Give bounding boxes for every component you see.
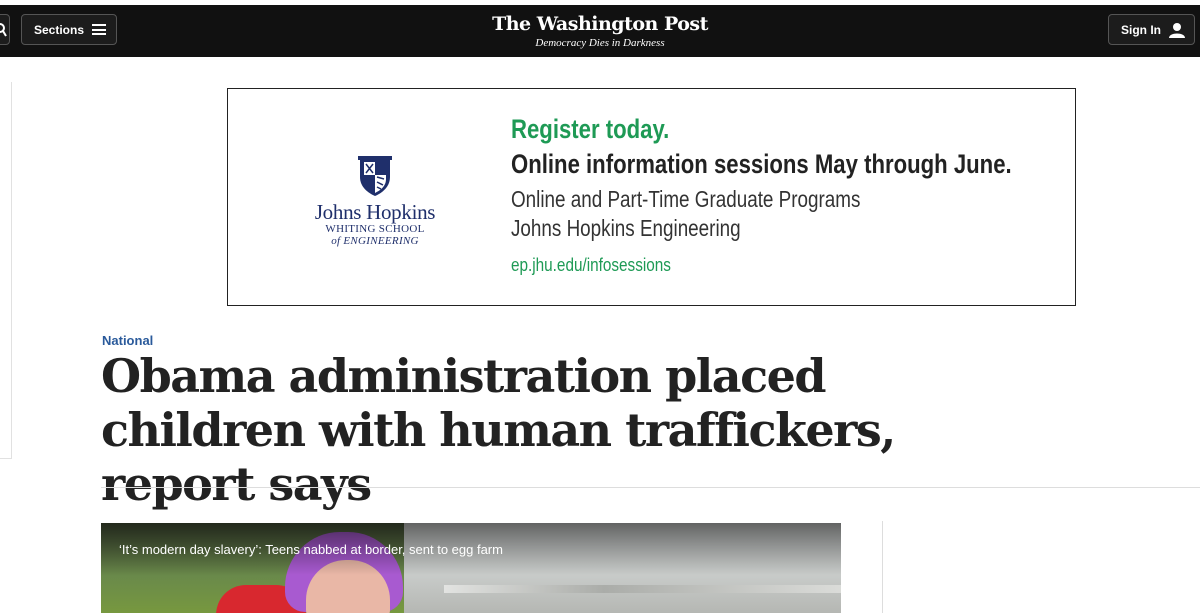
ad-subheadline: Online information sessions May through … <box>511 149 1012 179</box>
right-rail-border <box>882 521 883 613</box>
ad-brand-name: Johns Hopkins <box>314 200 436 224</box>
jhu-logo: Johns Hopkins WHITING SCHOOL of ENGINEER… <box>290 155 460 247</box>
ad-brand-sub1: WHITING SCHOOL <box>325 223 425 235</box>
sign-in-button[interactable]: Sign In <box>1108 14 1195 45</box>
site-tagline: Democracy Dies in Darkness <box>535 37 665 49</box>
ad-brand-sub2: of ENGINEERING <box>331 235 419 247</box>
ad-line-programs: Online and Part-Time Graduate Programs <box>511 186 861 212</box>
left-rail-border <box>11 82 12 458</box>
masthead: The Washington Post Democracy Dies in Da… <box>0 13 1200 50</box>
ad-headline: Register today. <box>511 114 670 144</box>
site-logo[interactable]: The Washington Post <box>0 13 1200 35</box>
video-caption[interactable]: ‘It’s modern day slavery’: Teens nabbed … <box>119 542 503 557</box>
ad-url-link[interactable]: ep.jhu.edu/infosessions <box>511 255 1030 276</box>
video-wall-streak <box>444 585 841 593</box>
ad-copy: Register today. Online information sessi… <box>511 111 1122 276</box>
user-icon <box>1169 22 1185 38</box>
advertisement-banner[interactable]: Johns Hopkins WHITING SCHOOL of ENGINEER… <box>227 88 1076 306</box>
top-navigation-bar: Sections The Washington Post Democracy D… <box>0 0 1200 57</box>
jhu-shield-icon <box>358 156 392 196</box>
headline-divider <box>101 487 1200 488</box>
section-kicker-link[interactable]: National <box>102 333 153 348</box>
ad-line-school: Johns Hopkins Engineering <box>511 215 741 241</box>
left-rail-border-foot <box>0 458 12 459</box>
sign-in-label: Sign In <box>1121 22 1161 37</box>
video-player[interactable]: ‘It’s modern day slavery’: Teens nabbed … <box>101 523 841 613</box>
